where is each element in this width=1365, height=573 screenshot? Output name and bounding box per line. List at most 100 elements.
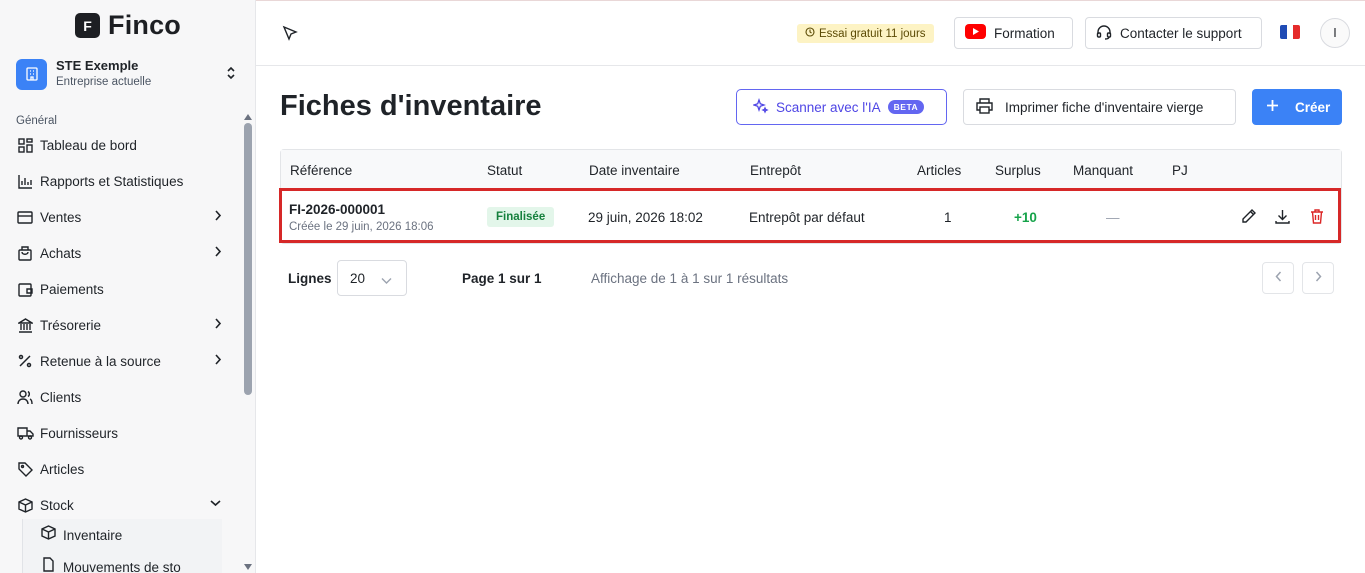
file-icon [41, 557, 56, 573]
chevron-left-icon [1274, 269, 1282, 287]
card-icon [16, 208, 34, 226]
sidebar-item-suppliers[interactable]: Fournisseurs [16, 415, 236, 451]
sidebar-item-label: Stock [40, 497, 74, 513]
tag-icon [16, 460, 34, 478]
column-header[interactable]: Manquant [1073, 163, 1133, 178]
sidebar-subitem-inventory[interactable]: Inventaire [23, 519, 222, 551]
column-header[interactable]: Référence [290, 163, 352, 178]
column-header[interactable]: Entrepôt [750, 163, 801, 178]
cursor-icon[interactable] [282, 25, 298, 46]
company-switcher[interactable]: STE Exemple Entreprise actuelle [16, 57, 242, 91]
logo[interactable]: F Finco [75, 10, 181, 41]
sidebar-item-label: Trésorerie [40, 317, 102, 333]
row-created-date: Créée le 29 juin, 2026 18:06 [289, 221, 434, 233]
scrollbar-thumb[interactable] [244, 123, 252, 395]
users-icon [16, 388, 34, 406]
sidebar-item-sales[interactable]: Ventes [16, 199, 236, 235]
create-button[interactable]: Créer [1252, 89, 1342, 125]
edit-icon[interactable] [1240, 208, 1257, 230]
plus-icon [1266, 99, 1279, 115]
wallet-icon [16, 280, 34, 298]
percent-icon [16, 352, 34, 370]
previous-page-button[interactable] [1262, 262, 1294, 294]
sidebar-item-label: Ventes [40, 209, 82, 225]
row-surplus: +10 [1014, 210, 1037, 225]
sidebar-item-clients[interactable]: Clients [16, 379, 236, 415]
column-header[interactable]: PJ [1172, 163, 1188, 178]
sidebar-item-reports[interactable]: Rapports et Statistiques [16, 163, 236, 199]
sidebar-scrollbar[interactable] [242, 105, 254, 573]
trial-badge: Essai gratuit 11 jours [797, 24, 934, 43]
page-info: Page 1 sur 1 [462, 271, 542, 286]
stock-subnav: Inventaire Mouvements de sto [22, 519, 222, 573]
box-icon [16, 496, 34, 514]
results-info: Affichage de 1 à 1 sur 1 résultats [591, 271, 789, 286]
sidebar-nav: Tableau de bord Rapports et Statistiques… [16, 127, 236, 523]
support-label: Contacter le support [1120, 25, 1242, 41]
headset-icon [1096, 24, 1112, 43]
bar-chart-icon [16, 172, 34, 190]
sidebar-item-articles[interactable]: Articles [16, 451, 236, 487]
sparkles-icon [752, 97, 769, 117]
topbar: Essai gratuit 11 jours Formation Contact… [256, 0, 1365, 66]
row-reference[interactable]: FI-2026-000001 [289, 202, 385, 217]
next-page-button[interactable] [1302, 262, 1334, 294]
sidebar-item-label: Clients [40, 389, 82, 405]
create-label: Créer [1295, 99, 1331, 115]
chevron-right-icon [214, 245, 222, 263]
app: F Finco STE Exemple Entreprise actuelle … [0, 0, 1365, 573]
sidebar-item-label: Fournisseurs [40, 425, 119, 441]
column-header[interactable]: Date inventaire [589, 163, 680, 178]
table-header: Référence Statut Date inventaire Entrepô… [281, 150, 1341, 190]
status-badge: Finalisée [487, 207, 555, 227]
sidebar-item-withholding[interactable]: Retenue à la source [16, 343, 236, 379]
row-missing: — [1106, 210, 1120, 225]
chevron-up-down-icon [225, 65, 237, 86]
page-title: Fiches d'inventaire [280, 90, 542, 122]
download-icon[interactable] [1274, 208, 1291, 230]
sidebar-item-payments[interactable]: Paiements [16, 271, 236, 307]
sidebar-item-label: Retenue à la source [40, 353, 161, 369]
clock-icon [805, 27, 815, 40]
scan-ai-button[interactable]: Scanner avec l'IA BETA [736, 89, 947, 125]
sidebar-item-treasury[interactable]: Trésorerie [16, 307, 236, 343]
sidebar-item-label: Articles [40, 461, 85, 477]
box-icon [41, 525, 56, 545]
lines-label: Lignes [288, 271, 332, 286]
print-blank-label: Imprimer fiche d'inventaire vierge [1005, 99, 1204, 115]
column-header[interactable]: Articles [917, 163, 961, 178]
language-flag-icon[interactable] [1280, 25, 1300, 39]
sidebar: F Finco STE Exemple Entreprise actuelle … [0, 0, 256, 573]
sidebar-item-stock[interactable]: Stock [16, 487, 236, 523]
printer-icon [976, 97, 993, 117]
sidebar-subitem-movements[interactable]: Mouvements de sto [23, 551, 222, 573]
chevron-right-icon [214, 353, 222, 371]
logo-text: Finco [108, 10, 181, 40]
beta-badge: BETA [887, 100, 925, 114]
youtube-icon [965, 24, 986, 42]
chevron-down-icon [209, 497, 222, 515]
sidebar-subitem-label: Inventaire [63, 527, 123, 543]
scroll-down-icon[interactable] [244, 557, 252, 573]
sidebar-item-dashboard[interactable]: Tableau de bord [16, 127, 236, 163]
lines-per-page-select[interactable]: 20 [337, 260, 407, 296]
company-subtitle: Entreprise actuelle [56, 76, 152, 88]
user-avatar[interactable]: I [1320, 18, 1350, 48]
column-header[interactable]: Surplus [995, 163, 1041, 178]
building-icon [16, 58, 47, 90]
delete-icon[interactable] [1309, 208, 1325, 230]
scan-ai-label: Scanner avec l'IA [776, 99, 881, 115]
sidebar-subitem-label: Mouvements de sto [63, 559, 181, 573]
dashboard-icon [16, 136, 34, 154]
company-name: STE Exemple [56, 58, 139, 73]
sidebar-item-purchases[interactable]: Achats [16, 235, 236, 271]
sidebar-item-label: Tableau de bord [40, 137, 137, 153]
chevron-down-icon [381, 273, 392, 288]
sidebar-item-label: Paiements [40, 281, 104, 297]
sidebar-item-label: Rapports et Statistiques [40, 173, 184, 189]
row-warehouse: Entrepôt par défaut [749, 210, 865, 225]
support-button[interactable]: Contacter le support [1085, 17, 1262, 49]
print-blank-button[interactable]: Imprimer fiche d'inventaire vierge [963, 89, 1236, 125]
column-header[interactable]: Statut [487, 163, 522, 178]
formation-button[interactable]: Formation [954, 17, 1073, 49]
